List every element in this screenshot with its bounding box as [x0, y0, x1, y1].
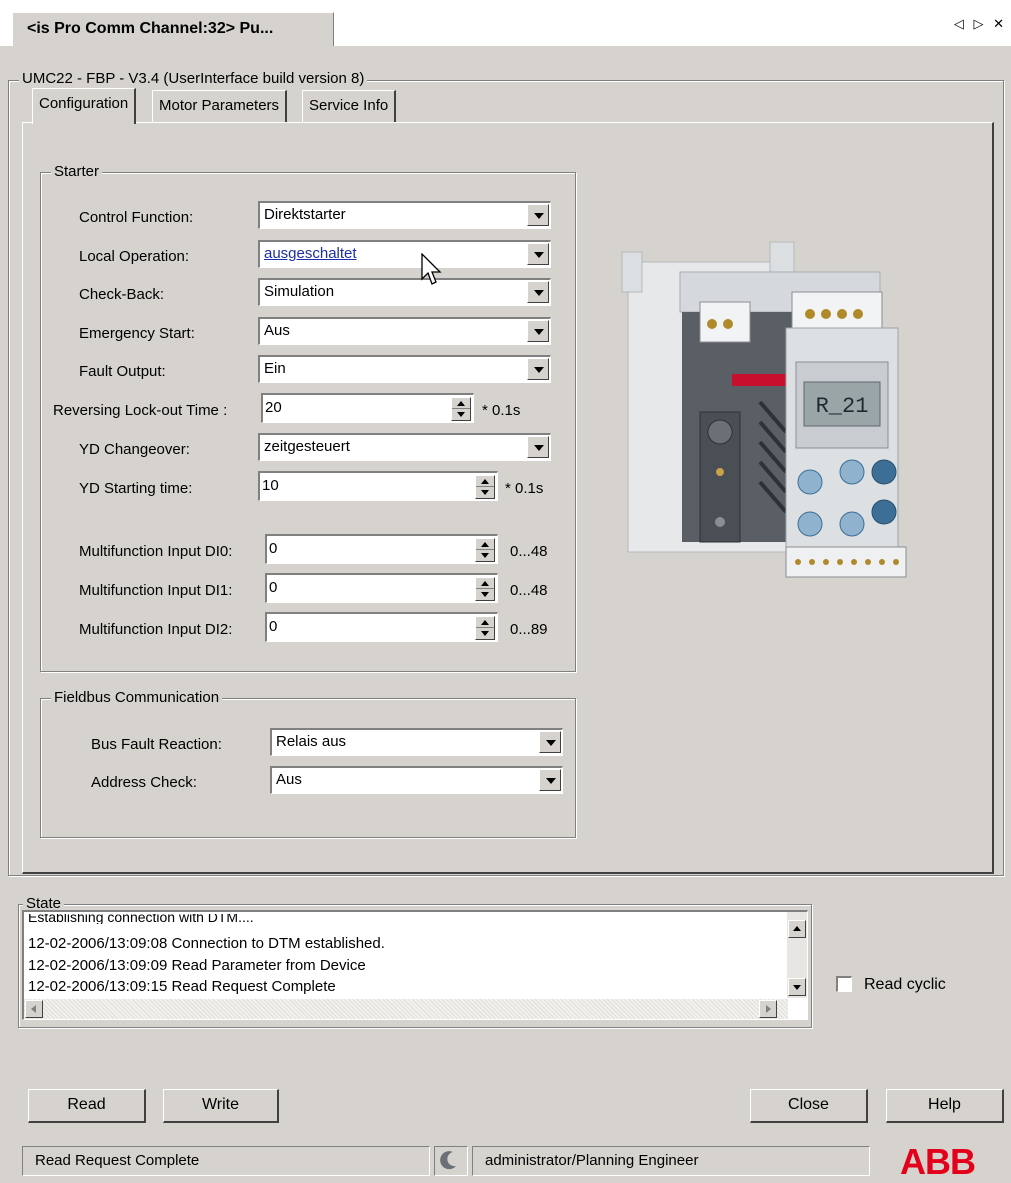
tab-service-info-label: Service Info: [309, 97, 389, 114]
yd-changeover-label: YD Changeover:: [79, 441, 190, 458]
spin-arrows-icon[interactable]: [451, 397, 471, 421]
local-operation-label: Local Operation:: [79, 248, 190, 265]
check-back-label: Check-Back:: [79, 286, 165, 303]
tab-service-info[interactable]: Service Info: [302, 90, 397, 122]
scroll-left-icon[interactable]: [25, 1000, 43, 1018]
yd-starting-time-label: YD Starting time:: [79, 480, 193, 497]
yd-changeover-select[interactable]: zeitgesteuert: [258, 433, 551, 461]
bus-fault-reaction-value: Relais aus: [276, 733, 347, 750]
help-button[interactable]: Help: [886, 1089, 1004, 1123]
starter-group-title: Starter: [51, 164, 103, 180]
chevron-down-icon[interactable]: [527, 204, 549, 226]
di2-value: 0: [269, 618, 278, 635]
tab-configuration[interactable]: Configuration: [32, 88, 137, 124]
di0-value: 0: [269, 540, 278, 557]
device-frame-title: UMC22 - FBP - V3.4 (UserInterface build …: [19, 71, 368, 87]
abb-logo: ABB: [900, 1141, 976, 1182]
emergency-start-label: Emergency Start:: [79, 325, 195, 342]
chevron-down-icon[interactable]: [527, 320, 549, 342]
scroll-down-icon[interactable]: [788, 978, 806, 996]
chevron-down-icon[interactable]: [527, 358, 549, 380]
yd-changeover-value: zeitgesteuert: [264, 438, 350, 455]
scroll-up-icon[interactable]: [788, 920, 806, 938]
reversing-lockout-unit: * 0.1s: [482, 402, 521, 419]
chevron-down-icon[interactable]: [539, 731, 561, 753]
vertical-scrollbar[interactable]: [787, 912, 807, 998]
scroll-right-icon[interactable]: [759, 1000, 777, 1018]
bus-fault-reaction-select[interactable]: Relais aus: [270, 728, 563, 756]
di2-spinbox[interactable]: 0: [265, 612, 498, 642]
log-line: 12-02-2006/13:09:09 Read Parameter from …: [28, 957, 366, 974]
di0-range: 0...48: [510, 543, 548, 560]
read-button[interactable]: Read: [28, 1089, 146, 1123]
fault-output-label: Fault Output:: [79, 363, 166, 380]
control-function-label: Control Function:: [79, 209, 194, 226]
user-role: administrator/Planning Engineer: [472, 1146, 870, 1176]
fault-output-select[interactable]: Ein: [258, 355, 551, 383]
state-log[interactable]: Establishing connection with DTM.... 12-…: [22, 910, 808, 1020]
write-button[interactable]: Write: [163, 1089, 279, 1123]
di1-range: 0...48: [510, 582, 548, 599]
horizontal-scrollbar[interactable]: [24, 999, 788, 1019]
emergency-start-select[interactable]: Aus: [258, 317, 551, 345]
device-image: R_21: [621, 241, 907, 578]
tab-navigation-controls[interactable]: ◁ ▷ ✕: [954, 16, 1007, 32]
reversing-lockout-spinbox[interactable]: 20: [261, 393, 474, 423]
local-operation-select[interactable]: ausgeschaltet: [258, 240, 551, 268]
di1-spinbox[interactable]: 0: [265, 573, 498, 603]
reversing-lockout-label: Reversing Lock-out Time :: [53, 402, 228, 419]
check-back-value: Simulation: [264, 283, 335, 300]
status-message: Read Request Complete: [22, 1146, 430, 1176]
di2-label: Multifunction Input DI2:: [79, 621, 233, 638]
close-button[interactable]: Close: [750, 1089, 868, 1123]
yd-starting-time-unit: * 0.1s: [505, 480, 544, 497]
yd-starting-time-spinbox[interactable]: 10: [258, 471, 498, 501]
control-function-value: Direktstarter: [264, 206, 346, 223]
log-line: 12-02-2006/13:09:15 Read Request Complet…: [28, 978, 336, 995]
di0-spinbox[interactable]: 0: [265, 534, 498, 564]
moon-icon: [440, 1151, 456, 1170]
di1-label: Multifunction Input DI1:: [79, 582, 233, 599]
chevron-down-icon[interactable]: [527, 281, 549, 303]
tab-motor-parameters[interactable]: Motor Parameters: [152, 90, 288, 122]
address-check-value: Aus: [276, 771, 302, 788]
spin-arrows-icon[interactable]: [475, 616, 495, 640]
chevron-down-icon[interactable]: [539, 769, 561, 791]
di2-range: 0...89: [510, 621, 548, 638]
emergency-start-value: Aus: [264, 322, 290, 339]
fault-output-value: Ein: [264, 360, 286, 377]
di1-value: 0: [269, 579, 278, 596]
local-operation-value: ausgeschaltet: [264, 245, 357, 262]
control-function-select[interactable]: Direktstarter: [258, 201, 551, 229]
chevron-down-icon[interactable]: [527, 436, 549, 458]
spin-arrows-icon[interactable]: [475, 577, 495, 601]
log-line: 12-02-2006/13:09:08 Connection to DTM es…: [28, 935, 385, 952]
spin-arrows-icon[interactable]: [475, 538, 495, 562]
address-check-select[interactable]: Aus: [270, 766, 563, 794]
di0-label: Multifunction Input DI0:: [79, 543, 233, 560]
chevron-down-icon[interactable]: [527, 243, 549, 265]
spin-arrows-icon[interactable]: [475, 475, 495, 499]
tab-motor-parameters-label: Motor Parameters: [159, 97, 280, 114]
connection-status-icon: [434, 1146, 468, 1176]
document-tab[interactable]: <is Pro Comm Channel:32> Pu...: [12, 12, 334, 46]
fieldbus-group-title: Fieldbus Communication: [51, 690, 223, 706]
address-check-label: Address Check:: [91, 774, 197, 791]
tab-configuration-label: Configuration: [39, 95, 129, 112]
reversing-lockout-value: 20: [265, 399, 282, 416]
yd-starting-time-value: 10: [262, 477, 279, 494]
read-cyclic-label: Read cyclic: [864, 976, 946, 993]
device-display-text: R_21: [816, 394, 869, 419]
log-line: Establishing connection with DTM....: [28, 910, 254, 925]
check-back-select[interactable]: Simulation: [258, 278, 551, 306]
read-cyclic-checkbox[interactable]: [836, 976, 852, 992]
mouse-cursor-icon: [421, 253, 442, 285]
bus-fault-reaction-label: Bus Fault Reaction:: [91, 736, 222, 753]
